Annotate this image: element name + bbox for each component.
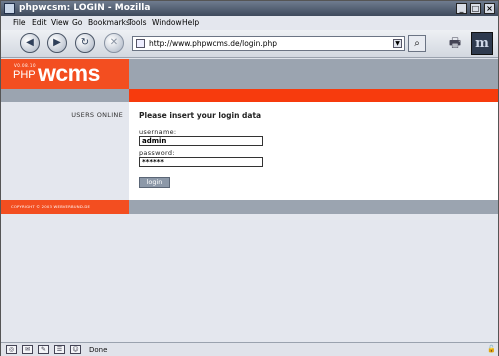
chat-icon[interactable]: ☺ [70,345,81,354]
copyright-text: COPYRIGHT © 2003 WEBVERBUND.DE [11,204,91,209]
close-button[interactable]: × [484,3,495,14]
status-bar: ◎ ✉ ✎ ☰ ☺ Done 🔓 [1,342,498,356]
page-content: V0.08.10 PHP wcms USERS ONLINE Please in… [1,59,498,342]
sidebar: USERS ONLINE [1,102,129,200]
menu-bookmarks[interactable]: Bookmarks [88,16,130,30]
login-button[interactable]: login [139,177,170,188]
logo-wcms: wcms [38,60,100,86]
password-field[interactable] [139,157,263,167]
search-button[interactable]: ⌕ [408,35,426,52]
password-input[interactable] [142,158,260,166]
footer-bar [129,200,498,214]
password-label: password: [139,149,175,157]
users-online-label: USERS ONLINE [71,111,123,119]
login-heading: Please insert your login data [139,111,262,120]
url-history-dropdown[interactable]: ▼ [393,39,402,48]
status-text: Done [89,346,108,354]
window-title: phpwcsm: LOGIN - Mozilla [19,3,151,13]
composer-icon[interactable]: ✎ [38,345,49,354]
username-label: username: [139,128,177,136]
url-input[interactable] [149,38,387,49]
mail-icon[interactable]: ✉ [22,345,33,354]
throbber-icon[interactable]: m [471,32,493,55]
menu-tools[interactable]: Tools [128,16,146,30]
forward-button[interactable]: ▶ [47,33,67,53]
navigator-icon[interactable]: ◎ [6,345,17,354]
back-button[interactable]: ◀ [20,33,40,53]
logo-php: PHP [13,69,36,81]
footer-copyright-bar: COPYRIGHT © 2003 WEBVERBUND.DE [1,200,129,214]
lock-icon: 🔓 [487,345,496,353]
menu-help[interactable]: Help [182,16,199,30]
browser-window: phpwcsm: LOGIN - Mozilla _ □ × File Edit… [0,0,499,356]
phpwcms-logo: V0.08.10 PHP wcms [1,59,129,89]
username-input[interactable] [142,137,260,145]
maximize-button[interactable]: □ [470,3,481,14]
addressbook-icon[interactable]: ☰ [54,345,65,354]
url-bar[interactable]: ▼ [132,36,405,51]
minimize-button[interactable]: _ [456,3,467,14]
menu-view[interactable]: View [51,16,69,30]
menu-window[interactable]: Window [152,16,182,30]
menu-bar: File Edit View Go Bookmarks Tools Window… [1,16,498,30]
navigation-toolbar: ◀ ▶ ↻ ✕ ▼ ⌕ 🖶 m [1,30,498,58]
menu-go[interactable]: Go [72,16,82,30]
title-bar[interactable]: phpwcsm: LOGIN - Mozilla _ □ × [1,1,498,16]
page-background [1,214,498,342]
page-icon [136,39,145,48]
login-panel: Please insert your login data username: … [129,102,498,200]
username-field[interactable] [139,136,263,146]
mozilla-app-icon [4,3,15,14]
header-stripe-left [1,89,129,102]
menu-file[interactable]: File [13,16,26,30]
reload-button[interactable]: ↻ [75,33,95,53]
logo-version: V0.08.10 [14,63,37,68]
menu-edit[interactable]: Edit [32,16,47,30]
stop-button[interactable]: ✕ [104,33,124,53]
print-icon[interactable]: 🖶 [443,34,467,54]
header-stripe-right [129,89,498,102]
